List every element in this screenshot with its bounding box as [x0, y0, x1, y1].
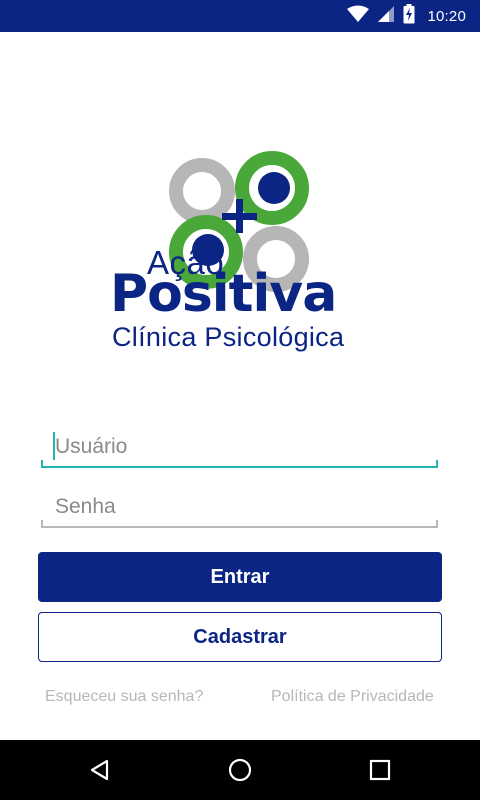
username-field[interactable] [41, 428, 438, 468]
underline-tick-left [41, 460, 43, 468]
login-button[interactable]: Entrar [38, 552, 442, 602]
status-icons: 10:20 [347, 0, 466, 32]
home-button[interactable] [210, 740, 270, 800]
back-button[interactable] [70, 740, 130, 800]
password-input[interactable] [41, 488, 438, 526]
forgot-password-link[interactable]: Esqueceu sua senha? [45, 688, 203, 706]
battery-charging-icon [403, 4, 415, 28]
username-input[interactable] [41, 428, 438, 466]
clock-time: 10:20 [427, 7, 466, 25]
privacy-policy-link[interactable]: Política de Privacidade [271, 688, 434, 706]
underline-tick-right [436, 520, 438, 528]
home-icon [228, 758, 252, 782]
logo-text-positiva: Positiva [110, 264, 337, 324]
underline-tick-left [41, 520, 43, 528]
register-button[interactable]: Cadastrar [38, 612, 442, 662]
text-cursor [53, 432, 55, 460]
signal-icon [377, 5, 395, 27]
underline-tick-right [436, 460, 438, 468]
recents-button[interactable] [350, 740, 410, 800]
status-bar: 10:20 [0, 0, 480, 32]
password-underline [41, 526, 438, 528]
back-icon [90, 759, 109, 781]
recents-icon [369, 759, 391, 781]
logo-text-clinica: Clínica Psicológica [112, 322, 345, 352]
password-field[interactable] [41, 488, 438, 528]
navigation-bar [0, 740, 480, 800]
wifi-icon [347, 5, 370, 27]
username-underline [41, 466, 438, 468]
